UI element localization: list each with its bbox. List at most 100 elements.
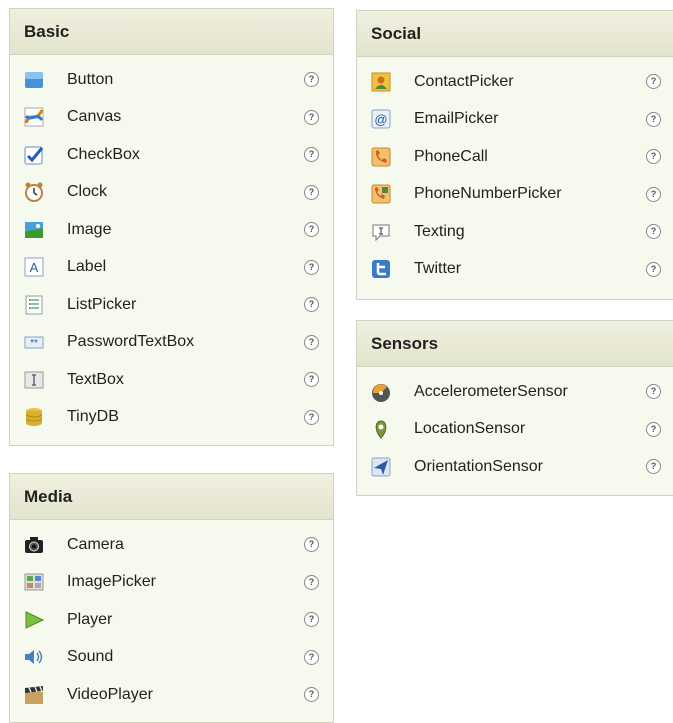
contact-icon xyxy=(370,71,392,93)
help-icon[interactable]: ? xyxy=(646,421,661,437)
textbox-icon xyxy=(23,369,45,391)
palette-item-label[interactable]: A Label? xyxy=(10,249,333,287)
palette-item-contactpicker[interactable]: ContactPicker? xyxy=(357,63,673,101)
basic-panel-header[interactable]: Basic xyxy=(10,9,333,55)
palette-item-texting[interactable]: Texting? xyxy=(357,213,673,251)
help-icon[interactable]: ? xyxy=(646,149,661,165)
listpicker-icon xyxy=(23,294,45,316)
accelerometer-icon xyxy=(370,381,392,403)
canvas-icon xyxy=(23,106,45,128)
help-icon[interactable]: ? xyxy=(646,74,661,90)
media-panel-header[interactable]: Media xyxy=(10,474,333,520)
phonenumber-icon xyxy=(370,183,392,205)
palette-item-phonenumberpicker[interactable]: PhoneNumberPicker? xyxy=(357,176,673,214)
help-icon[interactable]: ? xyxy=(646,111,661,127)
palette-item-camera[interactable]: Camera? xyxy=(10,526,333,564)
palette-item-emailpicker[interactable]: @ EmailPicker? xyxy=(357,101,673,139)
media-list: Camera? ImagePicker? Player? Sound? VideoPla… xyxy=(10,520,333,714)
palette-item-sound[interactable]: Sound? xyxy=(10,639,333,677)
palette-item-label: Label xyxy=(67,258,107,276)
camera-icon xyxy=(23,534,45,556)
video-icon xyxy=(23,684,45,706)
palette-item-label: Button xyxy=(67,70,114,88)
palette-item-label: ContactPicker xyxy=(414,72,514,90)
help-icon[interactable]: ? xyxy=(304,222,319,238)
twitter-icon xyxy=(370,258,392,280)
help-icon[interactable]: ? xyxy=(304,334,319,350)
imagepicker-icon xyxy=(23,571,45,593)
image-icon xyxy=(23,219,45,241)
palette-item-label: PhoneCall xyxy=(414,147,488,165)
help-icon[interactable]: ? xyxy=(304,537,319,553)
checkbox-icon xyxy=(23,144,45,166)
palette-item-label: Canvas xyxy=(67,108,122,126)
help-icon[interactable]: ? xyxy=(304,649,319,665)
help-icon[interactable]: ? xyxy=(304,687,319,703)
palette-item-tinydb[interactable]: TinyDB? xyxy=(10,399,333,437)
palette-item-image[interactable]: Image? xyxy=(10,211,333,249)
help-icon[interactable]: ? xyxy=(304,612,319,628)
clock-icon xyxy=(23,181,45,203)
orientation-icon xyxy=(370,456,392,478)
palette-item-label: ListPicker xyxy=(67,295,137,313)
palette-item-label: OrientationSensor xyxy=(414,457,543,475)
sound-icon xyxy=(23,646,45,668)
help-icon[interactable]: ? xyxy=(304,184,319,200)
basic-panel: Basic Button? Canvas? CheckBox? Clock? Image… xyxy=(9,8,334,446)
svg-text:@: @ xyxy=(374,112,387,127)
help-icon[interactable]: ? xyxy=(304,409,319,425)
palette-item-imagepicker[interactable]: ImagePicker? xyxy=(10,564,333,602)
palette-item-locationsensor[interactable]: LocationSensor? xyxy=(357,411,673,449)
help-icon[interactable]: ? xyxy=(646,224,661,240)
texting-icon xyxy=(370,221,392,243)
palette-item-label: Sound xyxy=(67,648,114,666)
palette-item-label: Player xyxy=(67,610,113,628)
palette-item-label: PhoneNumberPicker xyxy=(414,185,562,203)
phone-icon xyxy=(370,146,392,168)
social-list: ContactPicker? @ EmailPicker? PhoneCall? Pho… xyxy=(357,57,673,288)
social-panel-header[interactable]: Social xyxy=(357,11,673,57)
social-panel: Social ContactPicker? @ EmailPicker? PhoneC… xyxy=(356,10,673,300)
database-icon xyxy=(23,406,45,428)
help-icon[interactable]: ? xyxy=(646,384,661,400)
palette-item-label: CheckBox xyxy=(67,145,140,163)
palette-item-accelerometersensor[interactable]: AccelerometerSensor? xyxy=(357,373,673,411)
palette-item-checkbox[interactable]: CheckBox? xyxy=(10,136,333,174)
palette-item-label: ImagePicker xyxy=(67,573,156,591)
help-icon[interactable]: ? xyxy=(304,297,319,313)
palette-item-videoplayer[interactable]: VideoPlayer? xyxy=(10,676,333,714)
palette-item-twitter[interactable]: Twitter? xyxy=(357,251,673,289)
sensors-list: AccelerometerSensor? LocationSensor? Orien… xyxy=(357,367,673,486)
palette-item-label: Twitter xyxy=(414,260,462,278)
palette-item-button[interactable]: Button? xyxy=(10,61,333,99)
palette-item-player[interactable]: Player? xyxy=(10,601,333,639)
label-icon: A xyxy=(23,256,45,278)
media-panel: Media Camera? ImagePicker? Player? Sound? Vi… xyxy=(9,473,334,723)
help-icon[interactable]: ? xyxy=(304,72,319,88)
palette-item-textbox[interactable]: TextBox? xyxy=(10,361,333,399)
palette-item-label: Camera xyxy=(67,535,124,553)
palette-item-label: LocationSensor xyxy=(414,420,526,438)
help-icon[interactable]: ? xyxy=(304,109,319,125)
palette-item-label: VideoPlayer xyxy=(67,685,153,703)
palette-item-orientationsensor[interactable]: OrientationSensor? xyxy=(357,448,673,486)
sensors-panel: Sensors AccelerometerSensor? LocationSens… xyxy=(356,320,673,496)
help-icon[interactable]: ? xyxy=(304,259,319,275)
email-icon: @ xyxy=(370,108,392,130)
palette-item-listpicker[interactable]: ListPicker? xyxy=(10,286,333,324)
palette-item-clock[interactable]: Clock? xyxy=(10,174,333,212)
help-icon[interactable]: ? xyxy=(646,186,661,202)
help-icon[interactable]: ? xyxy=(304,574,319,590)
button-icon xyxy=(23,69,45,91)
palette-item-passwordtextbox[interactable]: ** PasswordTextBox? xyxy=(10,324,333,362)
palette-item-label: Image xyxy=(67,220,112,238)
palette-item-canvas[interactable]: Canvas? xyxy=(10,99,333,137)
palette-item-phonecall[interactable]: PhoneCall? xyxy=(357,138,673,176)
basic-list: Button? Canvas? CheckBox? Clock? Image? A Labe… xyxy=(10,55,333,436)
svg-text:**: ** xyxy=(30,338,38,349)
sensors-panel-header[interactable]: Sensors xyxy=(357,321,673,367)
help-icon[interactable]: ? xyxy=(304,372,319,388)
help-icon[interactable]: ? xyxy=(304,147,319,163)
help-icon[interactable]: ? xyxy=(646,261,661,277)
help-icon[interactable]: ? xyxy=(646,459,661,475)
